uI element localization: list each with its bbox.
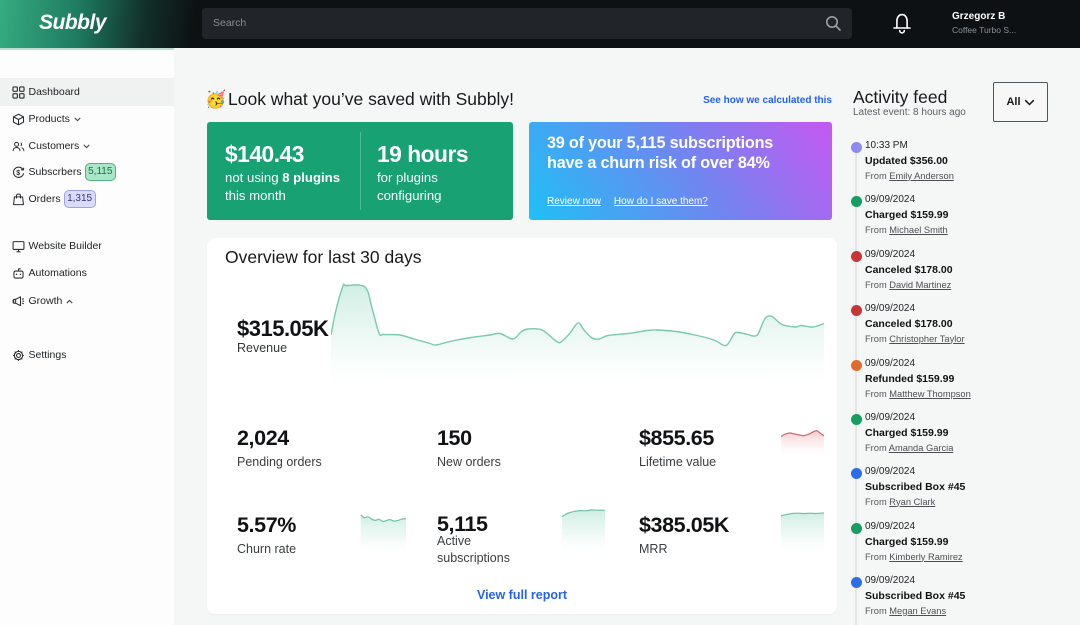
svg-text:$: $ — [16, 169, 20, 176]
